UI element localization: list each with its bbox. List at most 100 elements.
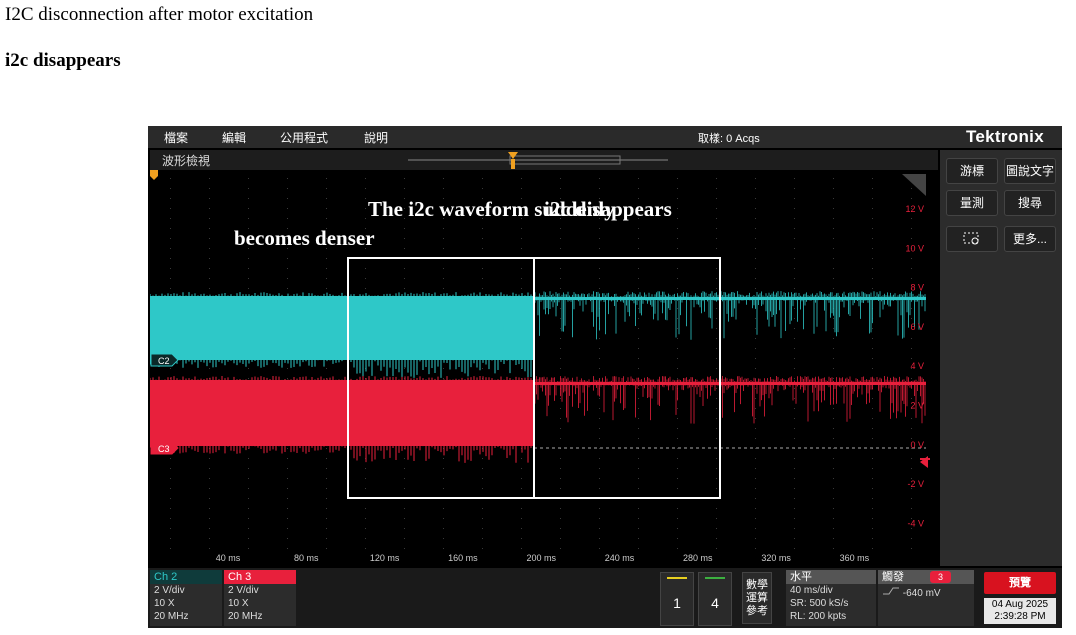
graticule-dot	[365, 198, 366, 199]
graticule-dot	[170, 208, 171, 209]
graticule-dot	[833, 248, 834, 249]
callout-button[interactable]: 圖說文字	[1004, 158, 1056, 184]
graticule-dot	[716, 358, 717, 359]
graticule-dot	[911, 458, 912, 459]
graticule-dot	[872, 358, 873, 359]
graticule-dot	[872, 438, 873, 439]
x-axis-label: 80 ms	[294, 553, 319, 563]
graticule-dot	[755, 258, 756, 259]
menu-file[interactable]: 檔案	[164, 129, 188, 146]
graticule-dot	[794, 318, 795, 319]
graticule-dot	[248, 548, 249, 549]
graticule-dot	[404, 268, 405, 269]
graticule-dot	[677, 318, 678, 319]
graticule-dot	[443, 458, 444, 459]
ch2-marker[interactable]: C2	[150, 353, 179, 367]
graticule-dot	[872, 238, 873, 239]
graticule-dot	[521, 188, 522, 189]
graticule-dot	[872, 418, 873, 419]
ch2-probe: 10 X	[154, 598, 175, 609]
graticule-dot	[716, 428, 717, 429]
graticule-dot	[326, 278, 327, 279]
graticule-dot	[872, 478, 873, 479]
graticule-dot	[794, 428, 795, 429]
y-axis-label: 12 V	[905, 204, 924, 214]
ch3-badge[interactable]: Ch 3 2 V/div 10 X 20 MHz	[224, 570, 296, 626]
graticule-dot	[911, 418, 912, 419]
graticule-dot	[794, 378, 795, 379]
graticule-dot	[560, 238, 561, 239]
math-ref-button[interactable]: 數學 運算 參考	[742, 572, 772, 624]
zoom-select-button[interactable]	[946, 226, 998, 252]
graticule-dot	[287, 188, 288, 189]
graticule-dot	[911, 308, 912, 309]
run-stop-button[interactable]: 預覽	[984, 572, 1056, 594]
ch2-badge[interactable]: Ch 2 2 V/div 10 X 20 MHz	[150, 570, 222, 626]
channel-1-button[interactable]: 1	[660, 572, 694, 626]
graticule-dot	[209, 528, 210, 529]
menu-help[interactable]: 說明	[364, 129, 388, 146]
graticule-dot	[599, 338, 600, 339]
graticule-dot	[443, 238, 444, 239]
menu-edit[interactable]: 編輯	[222, 129, 246, 146]
trigger-panel[interactable]: 觸發 3 -640 mV	[878, 570, 974, 626]
trigger-position-icon[interactable]	[150, 170, 158, 180]
trigger-level-arrow-icon[interactable]	[920, 456, 928, 468]
graticule-dot	[677, 538, 678, 539]
graticule-dot	[716, 538, 717, 539]
graticule-dot	[209, 548, 210, 549]
graticule-dot	[794, 388, 795, 389]
graticule-dot	[677, 248, 678, 249]
graticule-dot	[560, 278, 561, 279]
graticule-dot	[170, 538, 171, 539]
channel-4-button[interactable]: 4	[698, 572, 732, 626]
cursor-button[interactable]: 游標	[946, 158, 998, 184]
graticule-dot	[638, 358, 639, 359]
graticule-dot	[872, 528, 873, 529]
waveform-plot[interactable]: 12 V 10 V 8 V 6 V 4 V 2 V 0 V -2 V -4 V 40 ms 80 …	[150, 170, 938, 566]
annotation-disappears: i2c disappears	[544, 197, 672, 221]
graticule-dot	[248, 478, 249, 479]
graticule-dot	[872, 208, 873, 209]
graticule-dot	[872, 548, 873, 549]
search-button[interactable]: 搜尋	[1004, 190, 1056, 216]
graticule-dot	[599, 418, 600, 419]
menu-utility[interactable]: 公用程式	[280, 129, 328, 146]
graticule-dot	[326, 548, 327, 549]
graticule-dot	[833, 318, 834, 319]
ch3-marker[interactable]: C3	[150, 441, 179, 455]
graticule-dot	[677, 338, 678, 339]
graticule-dot	[404, 278, 405, 279]
graticule-dot	[326, 288, 327, 289]
graticule-dot	[287, 208, 288, 209]
graticule-dot	[677, 238, 678, 239]
ch3-noise-spikes	[534, 376, 926, 424]
graticule-dot	[326, 208, 327, 209]
graticule-dot	[677, 408, 678, 409]
graticule-dot	[248, 538, 249, 539]
graticule-dot	[716, 218, 717, 219]
graticule-dot	[716, 248, 717, 249]
zoom-corner-icon[interactable]	[902, 174, 926, 196]
graticule-dot	[443, 468, 444, 469]
graticule-dot	[638, 188, 639, 189]
graticule-dot	[833, 198, 834, 199]
graticule-dot	[794, 538, 795, 539]
y-axis-labels: 12 V 10 V 8 V 6 V 4 V 2 V 0 V -2 V -4 V	[905, 204, 924, 528]
horizontal-panel[interactable]: 水平 40 ms/div SR: 500 kS/s RL: 200 kpts	[786, 570, 876, 626]
graticule-dot	[911, 378, 912, 379]
graticule-dot	[833, 278, 834, 279]
graticule-dot	[794, 358, 795, 359]
graticule-dot	[482, 238, 483, 239]
graticule-dot	[794, 178, 795, 179]
more-button[interactable]: 更多...	[1004, 226, 1056, 252]
graticule-dot	[365, 538, 366, 539]
graticule-dot	[755, 458, 756, 459]
graticule-dot	[638, 468, 639, 469]
measure-button[interactable]: 量測	[946, 190, 998, 216]
graticule-dot	[599, 268, 600, 269]
graticule-dot	[287, 198, 288, 199]
graticule-dot	[365, 178, 366, 179]
graticule-dot	[638, 528, 639, 529]
graticule-dot	[287, 268, 288, 269]
